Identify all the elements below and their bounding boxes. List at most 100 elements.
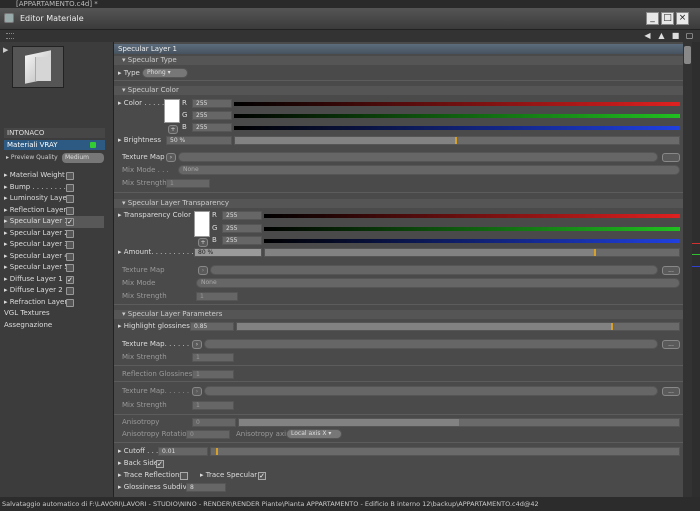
t-g-input[interactable]: 255 (222, 224, 262, 233)
preview-quality-select[interactable]: Medium (62, 153, 104, 163)
new-window-icon[interactable]: ▢ (685, 31, 694, 40)
r-input[interactable]: 255 (192, 99, 232, 108)
texture-browse-button[interactable] (662, 153, 680, 162)
texture-map-field[interactable] (178, 152, 658, 162)
title-bar: Editor Materiale _ □ × (0, 8, 700, 30)
axis-select[interactable]: Local axis X ▾ (286, 429, 342, 439)
anisotropy-input[interactable]: 0 (192, 418, 236, 427)
mix-strength-input[interactable]: 1 (166, 179, 210, 188)
p2-texture-map-arrow[interactable]: › (192, 387, 202, 396)
trace-refl-checkbox[interactable] (180, 472, 188, 480)
channel-checkbox[interactable]: ✓ (66, 218, 74, 226)
up-arrow-icon[interactable]: ▲ (657, 31, 666, 40)
minimize-button[interactable]: _ (646, 12, 659, 25)
p2-texture-browse-button[interactable]: ... (662, 387, 680, 396)
p-texture-map-arrow[interactable]: › (192, 340, 202, 349)
active-indicator-icon (90, 142, 96, 148)
vertical-scrollbar[interactable] (683, 42, 692, 497)
t-texture-map-arrow[interactable]: › (198, 266, 208, 275)
channel-item[interactable]: VGL Textures (4, 308, 104, 320)
t-texture-browse-button[interactable]: ... (662, 266, 680, 275)
channel-checkbox[interactable] (66, 298, 74, 307)
p-mix-strength-input[interactable]: 1 (192, 353, 234, 362)
channel-item[interactable]: ▸ Specular Layer 5 (4, 262, 104, 274)
trace-refl-text: Trace Reflections (123, 471, 184, 479)
material-name[interactable]: INTONACO (4, 128, 105, 138)
grip-icon[interactable] (6, 33, 14, 39)
t-texture-map-field[interactable] (210, 265, 658, 275)
material-preview[interactable] (12, 46, 64, 88)
lock-icon[interactable]: ■ (671, 31, 680, 40)
p2-mix-strength-input[interactable]: 1 (192, 401, 234, 410)
panel-menu-icon[interactable]: ▶ (3, 46, 8, 54)
t-b-input[interactable]: 255 (222, 236, 262, 245)
hg-input[interactable]: 0.85 (190, 322, 234, 331)
g-input[interactable]: 255 (192, 111, 232, 120)
p2-texture-map-field[interactable] (204, 386, 658, 396)
specular-color-header[interactable]: ▾ Specular Color (114, 86, 683, 95)
channel-item[interactable]: ▸ Material Weight (4, 170, 104, 182)
t-g-slider[interactable] (264, 227, 680, 231)
channel-checkbox[interactable] (66, 252, 74, 261)
channel-item[interactable]: ▸ Specular Layer 3 (4, 239, 104, 251)
hg-slider[interactable] (236, 322, 680, 331)
channel-checkbox[interactable] (66, 229, 74, 238)
back-arrow-icon[interactable]: ◀ (643, 31, 652, 40)
maximize-button[interactable]: □ (661, 12, 674, 25)
channel-checkbox[interactable] (66, 241, 74, 249)
g-slider[interactable] (234, 114, 680, 118)
transparency-header[interactable]: ▾ Specular Layer Transparency (114, 199, 683, 208)
back-side-checkbox[interactable]: ✓ (156, 460, 164, 468)
channel-item[interactable]: ▸ Diffuse Layer 2 (4, 285, 104, 297)
scroll-thumb[interactable] (684, 46, 691, 64)
amount-input[interactable]: 80 % (194, 248, 262, 257)
texture-map-arrow[interactable]: › (166, 153, 176, 162)
channel-item[interactable]: ▸ Bump . . . . . . . . . (4, 182, 104, 194)
t-mix-mode-select[interactable]: None (196, 278, 680, 288)
type-select[interactable]: Phong ▾ (142, 68, 188, 78)
t-mix-strength-input[interactable]: 1 (196, 292, 238, 301)
r-slider[interactable] (234, 102, 680, 106)
channel-checkbox[interactable] (66, 264, 74, 272)
brightness-fill (235, 137, 457, 144)
specular-type-header-text: Specular Type (127, 56, 177, 64)
channel-checkbox[interactable] (66, 172, 74, 180)
b-input[interactable]: 255 (192, 123, 232, 132)
channel-checkbox[interactable]: ✓ (66, 275, 74, 284)
channel-item[interactable]: ▸ Diffuse Layer 1 ✓ (4, 274, 104, 286)
rot-input[interactable]: 0 (186, 430, 230, 439)
anisotropy-slider[interactable] (238, 418, 680, 427)
channel-item[interactable]: ▸ Luminosity Layer (4, 193, 104, 205)
close-button[interactable]: × (676, 12, 689, 25)
channel-checkbox[interactable] (66, 206, 74, 215)
channel-item[interactable]: ▸ Specular Layer 2 (4, 228, 104, 240)
channel-item[interactable]: ▸ Specular Layer 4 (4, 251, 104, 263)
t-b-slider[interactable] (264, 239, 680, 243)
channel-checkbox[interactable] (66, 287, 74, 295)
p-texture-map-field[interactable] (204, 339, 658, 349)
material-type[interactable]: Materiali VRAY (4, 140, 105, 150)
brightness-input[interactable]: 50 % (166, 136, 232, 145)
b-slider[interactable] (234, 126, 680, 130)
params-header[interactable]: ▾ Specular Layer Parameters (114, 310, 683, 319)
channel-item[interactable]: ▸ Reflection Layer (4, 205, 104, 217)
amount-slider[interactable] (264, 248, 680, 257)
rg-input[interactable]: 1 (192, 370, 234, 379)
channel-checkbox[interactable] (66, 183, 74, 192)
channel-item[interactable]: ▸ Refraction Layer (4, 297, 104, 309)
p-texture-map-label: Texture Map. . . . . . . . (122, 340, 198, 348)
section-title: Specular Layer 1 (114, 44, 683, 54)
cutoff-slider[interactable] (210, 447, 680, 456)
channel-checkbox[interactable] (66, 195, 74, 203)
trace-spec-checkbox[interactable]: ✓ (258, 472, 266, 480)
mix-mode-select[interactable]: None (178, 165, 680, 175)
t-r-slider[interactable] (264, 214, 680, 218)
channel-item[interactable]: Assegnazione (4, 320, 104, 332)
channel-item[interactable]: ▸ Specular Layer 1 ✓ (4, 216, 104, 228)
p-texture-browse-button[interactable]: ... (662, 340, 680, 349)
brightness-slider[interactable] (234, 136, 680, 145)
specular-type-header[interactable]: ▾ Specular Type (114, 56, 683, 65)
cutoff-input[interactable]: 0.01 (158, 447, 208, 456)
gloss-input[interactable]: 8 (186, 483, 226, 492)
t-r-input[interactable]: 255 (222, 211, 262, 220)
